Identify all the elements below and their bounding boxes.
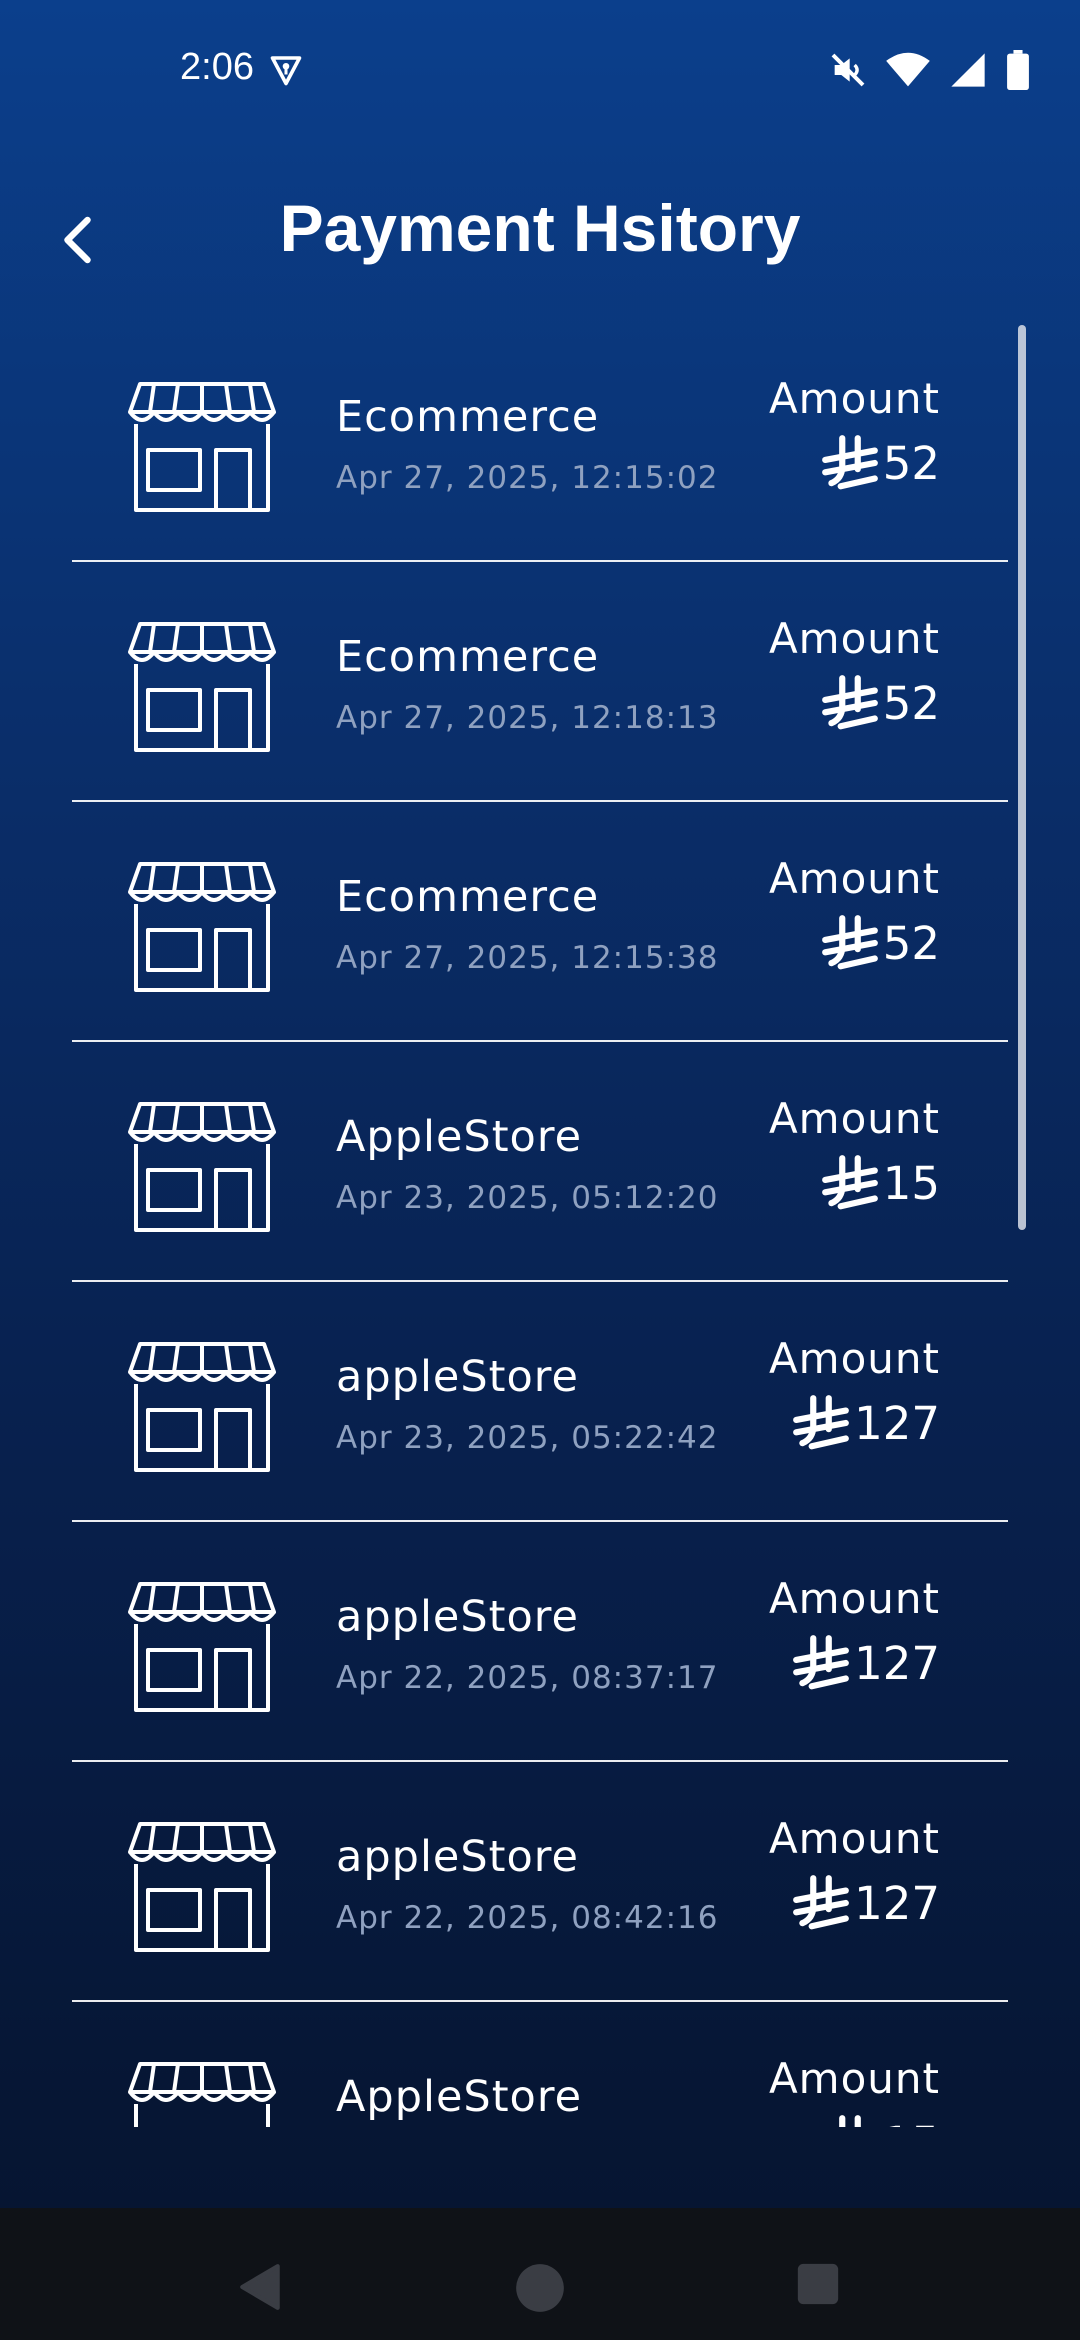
saudi-riyal-icon (821, 675, 878, 730)
amount-value: 127 (790, 1632, 940, 1694)
status-bar: 2:06 (0, 0, 1080, 140)
amount-label: Amount (768, 1814, 940, 1863)
list-item[interactable]: appleStore Apr 22, 2025, 08:37:17 Amount… (72, 1522, 1008, 1762)
amount-label: Amount (768, 1574, 940, 1623)
merchant-name: AppleStore (336, 1112, 583, 1162)
page-header: Payment Hsitory (0, 180, 1080, 300)
storefront-icon (128, 862, 276, 992)
saudi-riyal-icon (838, 2115, 861, 2127)
amount-label: Amount (768, 2054, 940, 2103)
storefront-icon (128, 1582, 276, 1712)
amount-number: 52 (882, 916, 940, 970)
amount-label: Amount (768, 374, 940, 423)
saudi-riyal-icon (821, 915, 878, 970)
amount-number: 127 (854, 1636, 940, 1690)
amount-value: 52 (819, 432, 940, 494)
storefront-icon (128, 1342, 276, 1472)
amount-number: 52 (882, 436, 940, 490)
transaction-date: Apr 22, 2025, 08:42:16 (336, 1900, 719, 1936)
merchant-name: appleStore (336, 1832, 579, 1882)
saudi-riyal-icon (793, 1635, 849, 1690)
list-item[interactable]: Ecommerce Apr 27, 2025, 12:15:02 Amount … (72, 322, 1008, 562)
transaction-date: Apr 23, 2025, 05:22:42 (336, 1420, 719, 1456)
payment-history-list[interactable]: Ecommerce Apr 27, 2025, 12:15:02 Amount … (72, 322, 1008, 2127)
merchant-name: Ecommerce (336, 872, 600, 922)
amount-number: 15 (883, 2117, 940, 2128)
amount-value: 127 (790, 1392, 940, 1454)
merchant-name: AppleStore (336, 2072, 583, 2122)
amount-value: 15 (819, 2112, 940, 2127)
amount-label: Amount (768, 614, 940, 663)
status-time: 2:06 (180, 46, 254, 88)
amount-number: 127 (854, 1876, 940, 1930)
transaction-date: Apr 22, 2025, 08:37:17 (336, 1660, 719, 1696)
list-item[interactable]: Ecommerce Apr 27, 2025, 12:15:38 Amount … (72, 802, 1008, 1042)
storefront-icon (128, 382, 276, 512)
amount-label: Amount (768, 1334, 940, 1383)
storefront-icon (128, 1822, 276, 1952)
signal-icon (951, 53, 985, 87)
amount-value: 127 (790, 1872, 940, 1934)
storefront-icon (128, 1102, 276, 1232)
merchant-name: appleStore (336, 1352, 579, 1402)
transaction-date: Apr 27, 2025, 12:18:13 (336, 700, 719, 736)
amount-value: 52 (819, 912, 940, 974)
list-item[interactable]: Ecommerce Apr 27, 2025, 12:18:13 Amount … (72, 562, 1008, 802)
transaction-date: Apr 27, 2025, 12:15:02 (336, 460, 719, 496)
saudi-riyal-icon (793, 1875, 849, 1930)
amount-number: 15 (882, 1156, 940, 1210)
merchant-name: Ecommerce (336, 392, 600, 442)
wifi-icon (886, 52, 930, 87)
amount-number: 127 (854, 1396, 940, 1450)
saudi-riyal-icon (821, 1155, 878, 1210)
amount-label: Amount (768, 854, 940, 903)
scrollbar[interactable] (1018, 325, 1026, 1230)
list-item[interactable]: appleStore Apr 22, 2025, 08:42:16 Amount… (72, 1762, 1008, 2002)
merchant-name: appleStore (336, 1592, 579, 1642)
saudi-riyal-icon (821, 435, 878, 490)
back-triangle-icon[interactable] (236, 2262, 286, 2312)
home-circle-icon[interactable] (514, 2262, 566, 2314)
amount-value: 15 (819, 1152, 940, 1214)
recents-square-icon[interactable] (796, 2262, 840, 2306)
battery-icon (1007, 50, 1029, 90)
page-title: Payment Hsitory (279, 191, 801, 265)
amount-value: 52 (819, 672, 940, 734)
amount-label: Amount (768, 1094, 940, 1143)
vpn-key-icon (270, 56, 302, 86)
merchant-name: Ecommerce (336, 632, 600, 682)
storefront-icon (128, 622, 276, 752)
transaction-date: Apr 23, 2025, 05:12:20 (336, 1180, 719, 1216)
transaction-date: Apr 27, 2025, 12:15:38 (336, 940, 719, 976)
list-item[interactable]: AppleStore Apr 23, 2025, 05:12:20 Amount… (72, 1042, 1008, 1282)
storefront-icon (128, 2062, 276, 2127)
list-item[interactable]: AppleStore Amount 15 (72, 2002, 1008, 2127)
mute-icon (831, 53, 865, 87)
amount-number: 52 (882, 676, 940, 730)
saudi-riyal-icon (793, 1395, 849, 1450)
list-item[interactable]: appleStore Apr 23, 2025, 05:22:42 Amount… (72, 1282, 1008, 1522)
status-icons (828, 50, 1030, 90)
